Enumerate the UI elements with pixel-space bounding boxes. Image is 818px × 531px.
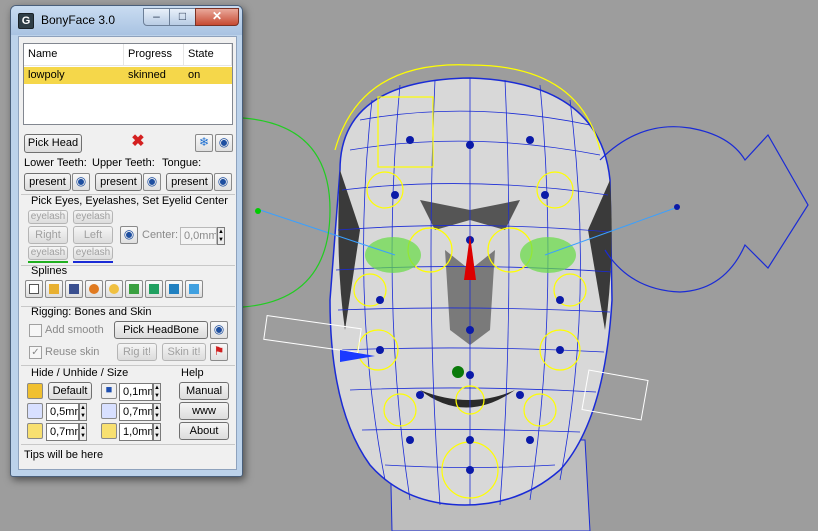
maximize-button[interactable]: □ xyxy=(169,8,196,26)
table-header: Name Progress State xyxy=(24,44,232,66)
objects-table[interactable]: Name Progress State lowpoly skinned on xyxy=(23,43,233,125)
app-icon: G xyxy=(18,13,34,29)
column-header-progress[interactable]: Progress xyxy=(124,44,184,65)
www-button[interactable]: www xyxy=(179,402,229,420)
window-client: Name Progress State lowpoly skinned on P… xyxy=(18,36,237,470)
separator xyxy=(21,444,235,445)
size-spinner-3[interactable]: ▲ ▼ xyxy=(153,403,161,421)
title-bar[interactable]: G BonyFace 3.0 – □ ✕ xyxy=(11,6,242,35)
default-icon xyxy=(27,383,43,399)
cell-state: on xyxy=(188,69,201,81)
upper-teeth-eye-icon[interactable]: ◉ xyxy=(143,173,161,191)
center-field[interactable]: 0,0mm xyxy=(180,227,217,245)
hide-section-title: Hide / Unhide / Size xyxy=(31,367,129,379)
size-field-3[interactable]: 0,7mm xyxy=(119,403,153,421)
minimize-button[interactable]: – xyxy=(143,8,170,26)
rigging-section-title: Rigging: Bones and Skin xyxy=(31,306,152,318)
right-eye-color-bar xyxy=(73,261,113,263)
center-spinner[interactable]: ▲ ▼ xyxy=(217,227,225,245)
pick-headbone-button[interactable]: Pick HeadBone xyxy=(114,321,208,339)
lower-teeth-button[interactable]: present xyxy=(24,173,71,191)
flag-icon[interactable]: ⚑ xyxy=(210,343,228,361)
column-header-name[interactable]: Name xyxy=(24,44,124,65)
left-eye-color-bar xyxy=(28,261,68,263)
reuse-skin-label: Reuse skin xyxy=(45,346,100,358)
arrow-right-icon[interactable] xyxy=(145,280,163,298)
tongue-label: Tongue: xyxy=(162,157,202,169)
cell-progress: skinned xyxy=(128,69,166,81)
save-spline-icon[interactable] xyxy=(65,280,83,298)
eyelash-right-bottom-button[interactable]: eyelash xyxy=(73,246,113,260)
splines-section-title: Splines xyxy=(31,265,68,277)
size-spinner-2[interactable]: ▲ ▼ xyxy=(79,403,87,421)
headbone-eye-icon[interactable]: ◉ xyxy=(210,321,228,339)
bonyface-window: G BonyFace 3.0 – □ ✕ Name Progress State… xyxy=(10,5,243,477)
circle-icon[interactable] xyxy=(27,423,43,439)
eyelash-left-top-button[interactable]: eyelash xyxy=(28,210,68,224)
size-field-5[interactable]: 1,0mm xyxy=(119,423,153,441)
edit-spline-icon[interactable] xyxy=(85,280,103,298)
size-spinner-1[interactable]: ▲ ▼ xyxy=(153,383,161,401)
close-button[interactable]: ✕ xyxy=(195,8,239,26)
upper-teeth-button[interactable]: present xyxy=(95,173,142,191)
yellow-grid-icon[interactable] xyxy=(101,423,117,439)
rig-it-button[interactable]: Rig it! xyxy=(117,343,157,361)
tips-text: Tips will be here xyxy=(24,449,104,461)
manual-button[interactable]: Manual xyxy=(179,382,229,400)
eyelash-right-top-button[interactable]: eyelash xyxy=(73,210,113,224)
open-spline-icon[interactable] xyxy=(45,280,63,298)
separator xyxy=(21,365,235,366)
upper-teeth-label: Upper Teeth: xyxy=(92,157,155,169)
arrows-cross-icon[interactable] xyxy=(185,280,203,298)
lower-teeth-label: Lower Teeth: xyxy=(24,157,87,169)
size-spinner-5[interactable]: ▲ ▼ xyxy=(153,423,161,441)
tongue-eye-icon[interactable]: ◉ xyxy=(214,173,232,191)
column-header-state[interactable]: State xyxy=(184,44,232,65)
left-eye-button[interactable]: Left xyxy=(73,226,113,244)
cell-name: lowpoly xyxy=(28,69,65,81)
reuse-skin-checkbox[interactable]: ✓ xyxy=(29,346,42,359)
tongue-button[interactable]: present xyxy=(166,173,213,191)
delete-icon[interactable]: ✖ xyxy=(129,134,147,152)
add-smooth-checkbox[interactable] xyxy=(29,324,42,337)
eye-icon[interactable]: ◉ xyxy=(215,134,233,152)
clock-icon[interactable] xyxy=(27,403,43,419)
skin-it-button[interactable]: Skin it! xyxy=(162,343,206,361)
center-label: Center: xyxy=(142,229,179,241)
table-row[interactable]: lowpoly skinned on xyxy=(24,67,232,84)
add-smooth-label: Add smooth xyxy=(45,324,104,336)
arrow-left-icon[interactable] xyxy=(165,280,183,298)
snowflake-icon[interactable] xyxy=(105,280,123,298)
right-eye-button[interactable]: Right xyxy=(28,226,68,244)
size-spinner-4[interactable]: ▲ ▼ xyxy=(79,423,87,441)
lower-teeth-eye-icon[interactable]: ◉ xyxy=(72,173,90,191)
eyelash-left-bottom-button[interactable]: eyelash xyxy=(28,246,68,260)
grid-icon[interactable] xyxy=(101,403,117,419)
default-button[interactable]: Default xyxy=(48,382,92,400)
eyes-section-title: Pick Eyes, Eyelashes, Set Eyelid Center xyxy=(31,195,228,207)
size-field-1[interactable]: 0,1mm xyxy=(119,383,153,401)
size-icon-1[interactable]: ■ xyxy=(101,383,117,399)
size-field-2[interactable]: 0,5mm xyxy=(46,403,79,421)
window-title: BonyFace 3.0 xyxy=(41,13,116,27)
freeze-icon[interactable]: ❄ xyxy=(195,134,213,152)
new-spline-icon[interactable] xyxy=(25,280,43,298)
pick-head-button[interactable]: Pick Head xyxy=(24,134,82,153)
help-section-title: Help xyxy=(181,367,204,379)
size-field-4[interactable]: 0,7mm xyxy=(46,423,79,441)
about-button[interactable]: About xyxy=(179,422,229,440)
eyes-eye-icon[interactable]: ◉ xyxy=(120,226,138,244)
nav-icon[interactable] xyxy=(125,280,143,298)
